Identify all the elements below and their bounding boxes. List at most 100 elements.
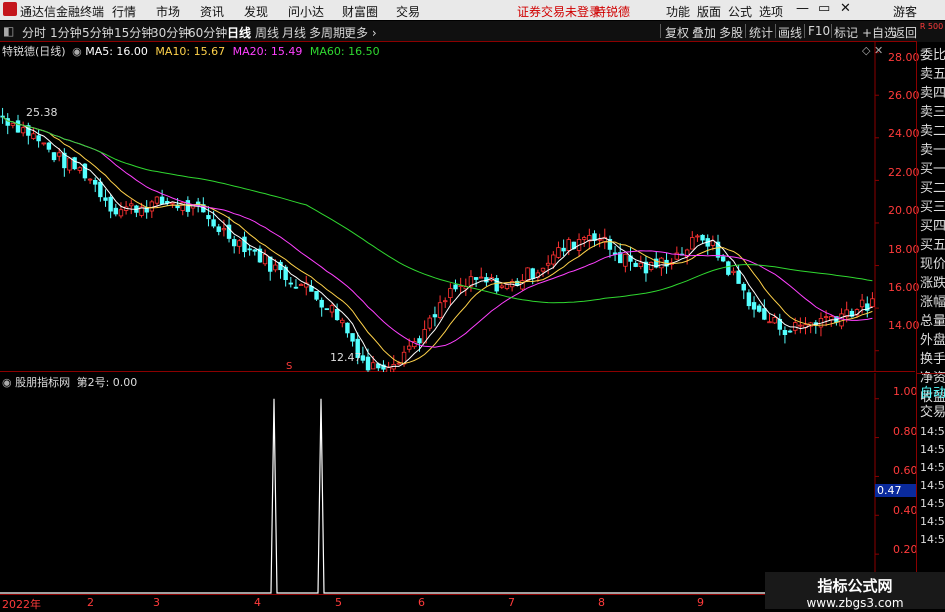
tab-multi-period[interactable]: 多周期 <box>309 24 345 41</box>
candle-body <box>561 247 566 252</box>
sub-expand-icon[interactable]: ◉ <box>2 376 12 389</box>
tab-1min[interactable]: 1分钟 <box>50 24 82 41</box>
ma5-value: MA5: 16.00 <box>85 45 148 58</box>
menu-faxian[interactable]: 发现 <box>244 3 268 20</box>
tick-time: 14:56 <box>920 443 945 456</box>
candle-body <box>365 356 371 371</box>
auto-trade-label[interactable]: 自动 <box>920 384 945 403</box>
ma60-value: MA60: 16.50 <box>309 45 380 58</box>
menu-banmian[interactable]: 版面 <box>697 3 721 20</box>
btn-f10[interactable]: F10 <box>808 24 830 38</box>
quote-label: 涨跌 <box>920 276 945 291</box>
candle-body <box>288 282 294 285</box>
candle-body <box>870 298 875 308</box>
close-icon[interactable]: ✕ <box>840 1 851 16</box>
btn-add-watchlist[interactable]: +自选 <box>862 24 896 41</box>
candle-body <box>56 152 62 157</box>
price-chart[interactable] <box>0 42 915 372</box>
guest-button[interactable]: 游客 <box>893 3 917 20</box>
restore-icon[interactable]: ▭ <box>818 1 830 16</box>
tab-5min[interactable]: 5分钟 <box>82 24 114 41</box>
candle-body <box>170 202 175 205</box>
btn-huaxian[interactable]: 画线 <box>778 24 802 41</box>
quote-label: 卖三 <box>920 105 945 120</box>
candle-body <box>314 291 319 300</box>
time-tick: 5 <box>335 596 342 609</box>
tab-daily[interactable]: 日线 <box>227 24 251 41</box>
tick-time: 14:56 <box>920 515 945 528</box>
candle-body <box>731 270 736 274</box>
expand-icon[interactable]: ◉ <box>72 45 82 58</box>
ma5-line <box>2 116 873 368</box>
watermark-title: 指标公式网 <box>817 577 893 595</box>
app-logo-icon <box>3 2 17 16</box>
tab-60min[interactable]: 60分钟 <box>188 24 227 41</box>
candle-body <box>695 235 700 238</box>
candle-body <box>247 248 252 251</box>
candle-body <box>113 207 119 215</box>
candle-body <box>746 292 752 307</box>
candle-body <box>545 262 551 266</box>
login-notice[interactable]: 证券交易未登录 <box>517 3 601 20</box>
candle-body <box>370 362 376 370</box>
low-mark-label: 12.47 <box>330 351 362 364</box>
tab-more[interactable]: 更多 › <box>344 24 377 41</box>
candle-body <box>98 181 103 198</box>
btn-diejia[interactable]: 叠加 <box>692 24 716 41</box>
menu-shichang[interactable]: 市场 <box>156 3 180 20</box>
quote-label: 卖五 <box>920 67 945 82</box>
btn-fanhui[interactable]: 返回 <box>893 24 917 41</box>
sub-tick: 0.40 <box>893 504 918 517</box>
quote-label: 卖一 <box>920 143 945 158</box>
menu-hangqing[interactable]: 行情 <box>112 3 136 20</box>
candle-body <box>329 305 335 313</box>
candle-body <box>793 322 798 331</box>
tab-15min[interactable]: 15分钟 <box>114 24 153 41</box>
tab-weekly[interactable]: 周线 <box>255 24 279 41</box>
tick-time: 14:56 <box>920 497 945 510</box>
candle-body <box>540 267 546 272</box>
btn-duogu[interactable]: 多股 <box>719 24 743 41</box>
quote-label: 卖二 <box>920 124 945 139</box>
btn-fuquan[interactable]: 复权 <box>665 24 689 41</box>
watermark-url: www.zbgs3.com <box>806 596 904 610</box>
price-tick: 28.00 <box>888 51 920 64</box>
candle-body <box>443 300 448 303</box>
sub-tick: 0.20 <box>893 543 918 556</box>
menu-caifuquan[interactable]: 财富圈 <box>342 3 378 20</box>
menu-jiaoyi[interactable]: 交易 <box>396 3 420 20</box>
sub-tick: 0.80 <box>893 425 918 438</box>
menu-wenxiaoda[interactable]: 问小达 <box>288 3 324 20</box>
candle-body <box>720 256 726 262</box>
ma10-value: MA10: 15.67 <box>155 45 226 58</box>
candle-body <box>118 209 124 217</box>
indicator-chart[interactable] <box>0 373 915 595</box>
tab-fenshi[interactable]: 分时 <box>22 24 46 41</box>
candle-body <box>231 239 237 247</box>
menu-zixun[interactable]: 资讯 <box>200 3 224 20</box>
panel-corner: R 500 <box>917 22 945 42</box>
left-arrow-icon[interactable]: ◧ <box>3 24 14 38</box>
minimize-icon[interactable]: — <box>796 1 809 16</box>
candle-body <box>216 226 221 232</box>
diamond-icon[interactable]: ◇ ✕ <box>862 44 883 57</box>
watermark: 指标公式网 www.zbgs3.com <box>765 572 945 610</box>
candle-body <box>237 240 242 247</box>
candle-body <box>51 152 57 161</box>
candle-body <box>473 277 479 280</box>
tab-monthly[interactable]: 月线 <box>282 24 306 41</box>
menu-gongshi[interactable]: 公式 <box>728 3 752 20</box>
menu-gongneng[interactable]: 功能 <box>666 3 690 20</box>
tab-30min[interactable]: 30分钟 <box>151 24 190 41</box>
ma20-line <box>2 116 873 348</box>
btn-biaoji[interactable]: 标记 <box>834 24 858 41</box>
quote-label: 换手 <box>920 352 945 367</box>
quote-label: 买三 <box>920 200 945 215</box>
tick-time: 14:56 <box>920 479 945 492</box>
candle-body <box>839 313 844 327</box>
candle-body <box>396 362 402 365</box>
ma-legend: 特锐德(日线) ◉ MA5: 16.00 MA10: 15.67 MA20: 1… <box>2 43 380 59</box>
btn-tongji[interactable]: 统计 <box>749 24 773 41</box>
menu-xuanxiang[interactable]: 选项 <box>759 3 783 20</box>
candle-body <box>268 256 273 272</box>
